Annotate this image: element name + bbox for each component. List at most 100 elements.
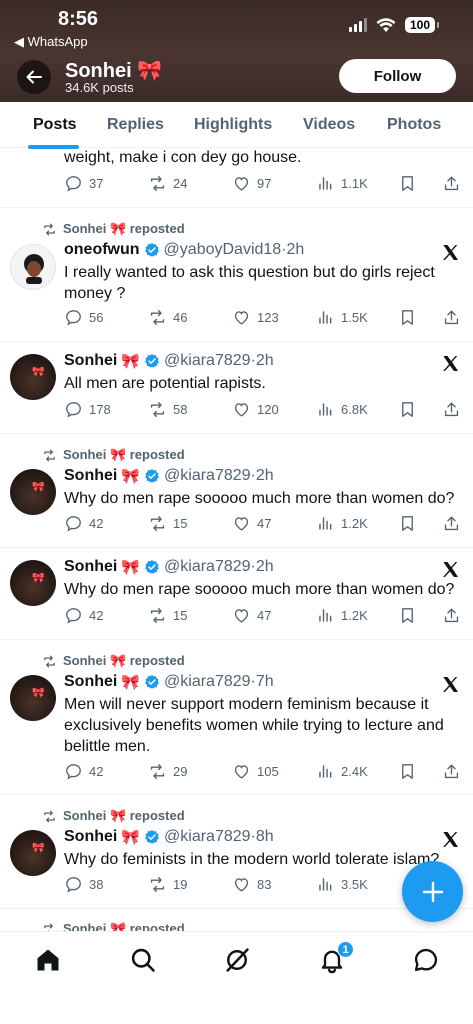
tweet-text: Why do men rape sooooo much more than wo… [64, 490, 455, 507]
repost-count: 15 [173, 608, 188, 623]
x-logo-icon [443, 831, 459, 848]
reply-count: 42 [89, 516, 104, 531]
bookmark-button[interactable] [398, 514, 417, 533]
plus-icon [422, 881, 443, 902]
reply-button[interactable]: 56 [64, 308, 103, 327]
reply-button[interactable]: 42 [64, 606, 103, 625]
tab-photos[interactable]: Photos [387, 116, 441, 134]
bookmark-button[interactable] [398, 400, 417, 419]
share-button[interactable] [442, 762, 461, 781]
views-button[interactable]: 1.2K [316, 514, 368, 533]
repost-icon [150, 176, 165, 191]
reply-button[interactable]: 42 [64, 514, 103, 533]
repost-count: 15 [173, 516, 188, 531]
profile-tabs: Posts Replies Highlights Videos Photos [0, 102, 473, 149]
repost-label: Sonhei 🎀 reposted [63, 221, 185, 236]
author-name[interactable]: Sonhei [64, 673, 117, 691]
reply-button[interactable]: 42 [64, 762, 103, 781]
tab-videos[interactable]: Videos [303, 116, 355, 134]
repost-button[interactable]: 24 [148, 174, 187, 193]
like-button[interactable]: 123 [232, 308, 279, 327]
tweet[interactable]: weight, make i con dey go house. 37 24 9… [0, 148, 473, 208]
author-line: oneofwun @yaboyDavid18 · 2h [64, 241, 304, 259]
bow-emoji: 🎀 [32, 688, 45, 699]
views-button[interactable]: 2.4K [316, 762, 368, 781]
author-handle[interactable]: @kiara7829 [164, 673, 251, 691]
avatar[interactable]: 🎀 [10, 830, 56, 876]
compose-button[interactable] [402, 861, 463, 922]
bookmark-button[interactable] [398, 606, 417, 625]
tab-posts[interactable]: Posts [33, 116, 77, 134]
views-icon [319, 878, 332, 891]
avatar[interactable]: 🎀 [10, 675, 56, 721]
bookmark-button[interactable] [398, 308, 417, 327]
like-button[interactable]: 120 [232, 400, 279, 419]
author-name[interactable]: Sonhei [64, 828, 117, 846]
author-name[interactable]: oneofwun [64, 241, 140, 259]
nav-search[interactable] [129, 946, 157, 974]
repost-icon [44, 655, 55, 667]
share-button[interactable] [442, 514, 461, 533]
bookmark-button[interactable] [398, 174, 417, 193]
author-handle[interactable]: @yaboyDavid18 [164, 241, 282, 259]
reply-count: 42 [89, 608, 104, 623]
verified-badge-icon [145, 354, 159, 368]
author-name[interactable]: Sonhei [64, 558, 117, 576]
views-button[interactable]: 1.1K [316, 174, 368, 193]
nav-home[interactable] [34, 946, 62, 974]
views-button[interactable]: 3.5K [316, 875, 368, 894]
repost-button[interactable]: 15 [148, 606, 187, 625]
bow-emoji: 🎀 [32, 482, 45, 493]
tab-replies[interactable]: Replies [107, 116, 164, 134]
avatar[interactable] [10, 244, 56, 290]
author-handle[interactable]: @kiara7829 [164, 828, 251, 846]
author-name[interactable]: Sonhei [64, 467, 117, 485]
follow-button[interactable]: Follow [339, 59, 456, 93]
repost-button[interactable]: 29 [148, 762, 187, 781]
notification-badge: 1 [337, 941, 354, 958]
heart-icon [234, 765, 249, 779]
reply-button[interactable]: 38 [64, 875, 103, 894]
repost-button[interactable]: 15 [148, 514, 187, 533]
back-to-app-link[interactable]: ◀ WhatsApp [14, 34, 88, 50]
nav-messages[interactable] [412, 946, 440, 974]
bow-emoji: 🎀 [121, 468, 141, 485]
views-button[interactable]: 1.2K [316, 606, 368, 625]
back-button[interactable] [17, 60, 51, 94]
views-button[interactable]: 6.8K [316, 400, 368, 419]
profile-name-text: Sonhei [65, 60, 132, 82]
nav-grok[interactable] [223, 946, 251, 974]
repost-button[interactable]: 58 [148, 400, 187, 419]
share-button[interactable] [442, 308, 461, 327]
like-button[interactable]: 83 [232, 875, 271, 894]
repost-button[interactable]: 46 [148, 308, 187, 327]
author-handle[interactable]: @kiara7829 [164, 352, 251, 370]
repost-button[interactable]: 19 [148, 875, 187, 894]
share-button[interactable] [442, 400, 461, 419]
author-name[interactable]: Sonhei [64, 352, 117, 370]
heart-icon [234, 403, 249, 417]
tweet-text: Why do men rape sooooo much more than wo… [64, 581, 455, 598]
tweet[interactable]: 🎀 Sonhei 🎀 @kiara7829 · 2h Why do men ra… [0, 548, 473, 640]
tweet[interactable]: Sonhei 🎀 reposted 🎀 Sonhei 🎀 @kiara7829 … [0, 434, 473, 548]
author-handle[interactable]: @kiara7829 [164, 467, 251, 485]
like-button[interactable]: 105 [232, 762, 279, 781]
tweet[interactable]: Sonhei 🎀 reposted 🎀 Sonhei 🎀 @kiara7829 … [0, 640, 473, 795]
author-handle[interactable]: @kiara7829 [164, 558, 251, 576]
tweet[interactable]: 🎀 Sonhei 🎀 @kiara7829 · 2h All men are p… [0, 342, 473, 434]
bookmark-button[interactable] [398, 762, 417, 781]
like-button[interactable]: 47 [232, 606, 271, 625]
views-icon [319, 311, 332, 324]
avatar[interactable]: 🎀 [10, 469, 56, 515]
share-button[interactable] [442, 174, 461, 193]
like-button[interactable]: 47 [232, 514, 271, 533]
avatar[interactable]: 🎀 [10, 560, 56, 606]
tweet[interactable]: Sonhei 🎀 reposted oneofwun @yaboyDavid18… [0, 208, 473, 342]
avatar[interactable]: 🎀 [10, 354, 56, 400]
reply-button[interactable]: 37 [64, 174, 103, 193]
share-button[interactable] [442, 606, 461, 625]
views-button[interactable]: 1.5K [316, 308, 368, 327]
like-button[interactable]: 97 [232, 174, 271, 193]
reply-button[interactable]: 178 [64, 400, 111, 419]
tab-highlights[interactable]: Highlights [194, 116, 272, 134]
